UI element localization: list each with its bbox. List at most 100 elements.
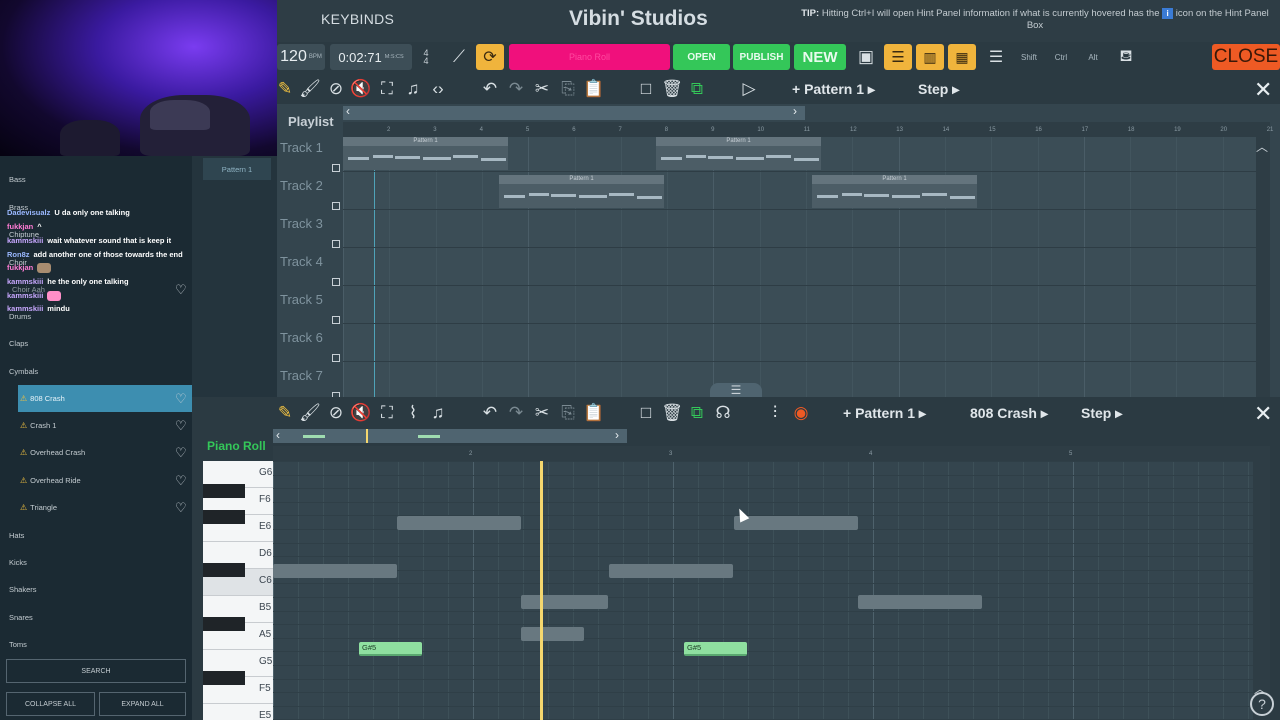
- pattern-toggle-icon[interactable]: ▦: [948, 44, 976, 70]
- trash-icon[interactable]: 🗑: [661, 403, 683, 423]
- note-icon[interactable]: ♫: [402, 79, 424, 99]
- help-icon[interactable]: ?: [1250, 692, 1274, 716]
- category-hats[interactable]: Hats: [9, 531, 24, 540]
- playlist-step-selector[interactable]: Step ▸: [918, 81, 959, 98]
- mixer-icon[interactable]: ⫶: [764, 403, 786, 423]
- note-icon[interactable]: ♫: [427, 403, 449, 423]
- piano-note[interactable]: [273, 564, 397, 578]
- piano-note[interactable]: [397, 516, 521, 530]
- playlist-clip[interactable]: Pattern 1: [812, 175, 977, 208]
- dropper-icon[interactable]: ⌇: [402, 403, 424, 423]
- black-key[interactable]: [203, 563, 245, 577]
- mute-icon[interactable]: 🔇: [350, 403, 372, 423]
- brush-icon[interactable]: 🖌: [299, 403, 321, 423]
- piano-note-selected[interactable]: G#5: [684, 642, 747, 656]
- undo-icon[interactable]: ↶: [479, 79, 501, 99]
- metronome-icon[interactable]: ⟋: [446, 44, 472, 70]
- close-piano-roll-icon[interactable]: ✕: [1254, 403, 1272, 425]
- black-key[interactable]: [203, 484, 245, 498]
- track-mute-checkbox[interactable]: [332, 164, 340, 172]
- scroll-left-icon[interactable]: ‹: [346, 104, 350, 118]
- code-icon[interactable]: ‹›: [427, 79, 449, 99]
- drums-sub-claps[interactable]: Claps: [9, 339, 28, 348]
- bpm-display[interactable]: 120 BPM: [277, 44, 325, 70]
- track-name[interactable]: Track 7: [280, 368, 323, 383]
- current-tool-display[interactable]: Piano Roll: [509, 44, 670, 70]
- playlist-grid[interactable]: [343, 137, 1256, 397]
- track-mute-checkbox[interactable]: [332, 278, 340, 286]
- paste-icon[interactable]: 📋: [583, 403, 605, 423]
- instrument-crash-1[interactable]: ⚠ Crash 1 ♡: [18, 412, 192, 439]
- track-mute-checkbox[interactable]: [332, 202, 340, 210]
- scroll-left-icon[interactable]: ‹: [276, 428, 280, 442]
- playlist-toggle-icon[interactable]: ☰: [884, 44, 912, 70]
- piano-step-selector[interactable]: Step ▸: [1081, 405, 1122, 422]
- drums-sub-cymbals[interactable]: Cymbals: [9, 367, 38, 376]
- loop-icon[interactable]: ⟳: [476, 44, 504, 70]
- instrument-overhead-ride[interactable]: ⚠ Overhead Ride ♡: [18, 467, 192, 494]
- redo-icon[interactable]: ↷: [505, 79, 527, 99]
- piano-note-selected[interactable]: G#5: [359, 642, 422, 656]
- black-key[interactable]: [203, 617, 245, 631]
- playlist-clip[interactable]: Pattern 1: [343, 137, 508, 170]
- favorite-heart-icon[interactable]: ♡: [175, 419, 188, 432]
- track-name[interactable]: Track 1: [280, 140, 323, 155]
- redo-icon[interactable]: ↷: [505, 403, 527, 423]
- category-snares[interactable]: Snares: [9, 613, 33, 622]
- track-name[interactable]: Track 2: [280, 178, 323, 193]
- piano-note[interactable]: [734, 516, 858, 530]
- cut-icon[interactable]: ✂: [531, 403, 553, 423]
- select-icon[interactable]: ⛶: [376, 403, 398, 423]
- piano-note[interactable]: [858, 595, 982, 609]
- pattern-list-item[interactable]: Pattern 1: [203, 158, 271, 180]
- piano-note[interactable]: [521, 595, 608, 609]
- black-key[interactable]: [203, 671, 245, 685]
- record-play-icon[interactable]: ◉: [790, 403, 812, 423]
- playlist-clip[interactable]: Pattern 1: [656, 137, 821, 170]
- delete-circle-icon[interactable]: ⊘: [325, 403, 347, 423]
- instrument-selector[interactable]: 808 Crash ▸: [970, 405, 1048, 422]
- favorite-heart-icon[interactable]: ♡: [175, 501, 188, 514]
- cut-icon[interactable]: ✂: [531, 79, 553, 99]
- instrument-triangle[interactable]: ⚠ Triangle ♡: [18, 494, 192, 521]
- paste-icon[interactable]: 📋: [583, 79, 605, 99]
- category-toms[interactable]: Toms: [9, 640, 27, 649]
- piano-note[interactable]: [521, 627, 584, 641]
- paint-bucket-icon[interactable]: ⛾: [1113, 44, 1139, 70]
- select-icon[interactable]: ⛶: [376, 79, 398, 99]
- playlist-scrollbar[interactable]: [343, 106, 805, 120]
- playlist-pattern-selector[interactable]: + Pattern 1 ▸: [792, 81, 875, 98]
- expand-all-button[interactable]: EXPAND ALL: [99, 692, 186, 716]
- keybinds-button[interactable]: KEYBINDS: [321, 11, 394, 27]
- track-name[interactable]: Track 5: [280, 292, 323, 307]
- scroll-right-icon[interactable]: ›: [793, 104, 797, 118]
- favorite-heart-icon[interactable]: ♡: [175, 474, 188, 487]
- ghost-notes-icon[interactable]: ☊: [712, 403, 734, 423]
- open-button[interactable]: OPEN: [673, 44, 730, 70]
- track-mute-checkbox[interactable]: [332, 240, 340, 248]
- track-mute-checkbox[interactable]: [332, 316, 340, 324]
- play-icon[interactable]: ▷: [738, 79, 760, 99]
- brush-icon[interactable]: 🖌: [299, 79, 321, 99]
- playlist-clip[interactable]: Pattern 1: [499, 175, 664, 208]
- alt-key[interactable]: Alt: [1080, 44, 1106, 70]
- pencil-icon[interactable]: ✎: [274, 79, 296, 99]
- shift-key[interactable]: Shift: [1016, 44, 1042, 70]
- track-name[interactable]: Track 6: [280, 330, 323, 345]
- piano-toggle-icon[interactable]: ▥: [916, 44, 944, 70]
- time-signature[interactable]: 4 4: [416, 44, 436, 70]
- piano-roll-scrollbar[interactable]: [273, 429, 627, 443]
- favorite-heart-icon[interactable]: ♡: [175, 283, 188, 296]
- category-drums[interactable]: Drums: [9, 312, 31, 321]
- duplicate-icon[interactable]: ⧉: [686, 79, 708, 99]
- list-icon[interactable]: ☰: [983, 44, 1009, 70]
- instrument-overhead-crash[interactable]: ⚠ Overhead Crash ♡: [18, 439, 192, 466]
- instrument-808-crash[interactable]: ⚠ 808 Crash ♡: [18, 385, 192, 412]
- piano-roll-ruler[interactable]: [273, 446, 1270, 461]
- playlist-vscroll[interactable]: [1256, 137, 1270, 397]
- search-button[interactable]: SEARCH: [6, 659, 186, 683]
- favorite-heart-icon[interactable]: ♡: [175, 392, 188, 405]
- delete-circle-icon[interactable]: ⊘: [325, 79, 347, 99]
- new-button[interactable]: NEW: [794, 44, 846, 70]
- category-kicks[interactable]: Kicks: [9, 558, 27, 567]
